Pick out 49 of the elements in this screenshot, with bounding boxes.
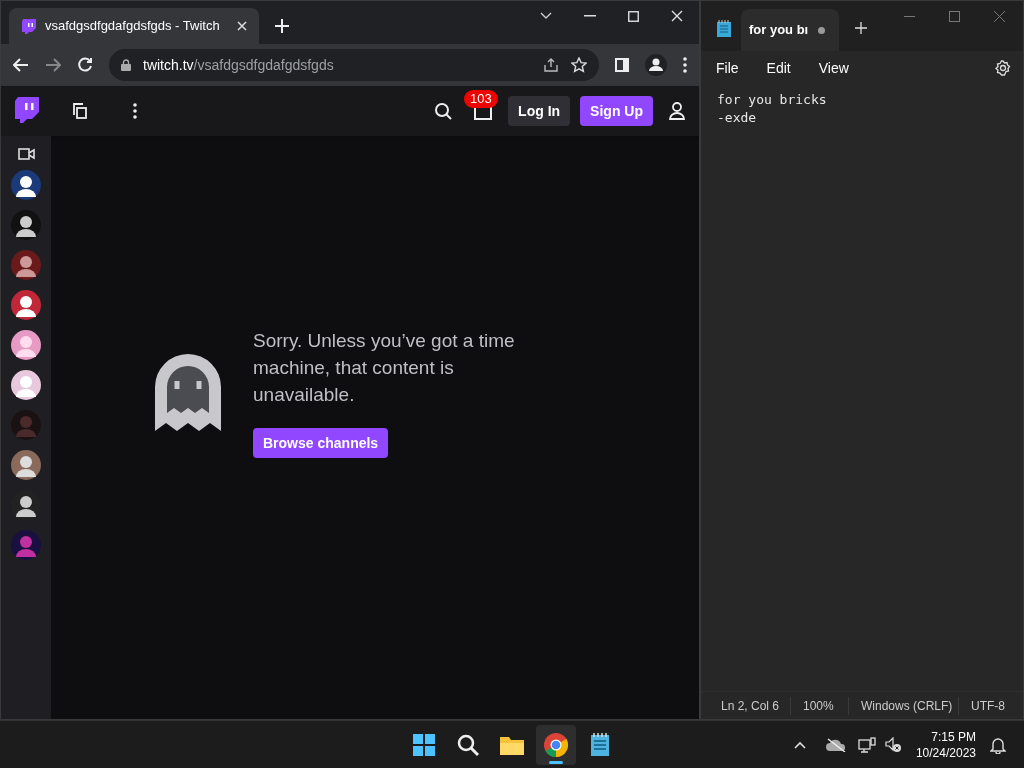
more-icon[interactable] [133,103,137,119]
taskbar-browser-button[interactable] [536,724,576,765]
side-panel-icon[interactable] [615,58,629,72]
new-tab-icon[interactable] [855,22,867,34]
menu-icon[interactable] [683,57,687,73]
status-item: Windows (CRLF) [849,696,959,715]
text-line: -exde [717,109,757,127]
menu-item[interactable]: Edit [757,54,800,82]
menu-item[interactable]: File [707,54,748,82]
start-icon [411,731,437,758]
address-bar[interactable]: twitch.tv/vsafdgsdfgdafgdsfgds [109,49,599,81]
forward-icon[interactable] [45,58,61,72]
status-item: Ln 2, Col 6 [709,696,791,715]
network-icon[interactable] [857,736,876,753]
clock-time[interactable]: 7:15 PM [931,728,976,745]
speaker-muted-icon[interactable] [883,736,902,753]
twitch-logo-icon[interactable] [15,97,39,125]
bell-icon[interactable] [990,735,1006,754]
star-icon[interactable] [571,57,587,73]
minimize-icon[interactable] [584,15,596,17]
cloud-offline-icon[interactable] [825,737,846,752]
settings-icon[interactable] [995,60,1011,76]
notepad-icon [717,20,731,37]
profile-icon[interactable] [645,54,667,76]
status-item: 100% [791,696,849,715]
text-line: for you bricks [717,91,827,109]
browse-channels-button[interactable]: Browse channels [253,428,389,458]
browse-icon[interactable] [73,103,87,119]
search-icon[interactable] [434,102,453,120]
log-in-button[interactable]: Log In [508,96,571,126]
tab-title: vsafdgsdfgdafgdsfgds - Twitch [45,17,221,36]
chevron-up-icon[interactable] [793,740,806,749]
status-item: UTF-8 [970,697,1006,715]
back-icon[interactable] [13,58,29,72]
lock-icon [121,59,131,71]
reload-icon[interactable] [77,57,93,73]
clock-date[interactable]: 10/24/2023 [915,744,976,761]
share-icon[interactable] [543,57,559,73]
video-camera-icon [17,148,35,160]
twitch-logo-icon [21,18,37,34]
error-message: Sorry. Unless you’ve got a time machine, that content is unavailable. [253,329,516,407]
new-tab-icon[interactable] [275,19,289,33]
url-text: twitch.tv/vsafdgsdfgdafgdsfgds [143,55,335,75]
user-icon[interactable] [669,102,685,120]
menu-item[interactable]: View [809,54,858,82]
notification-badge: 103 [464,90,498,108]
sign-up-button[interactable]: Sign Up [580,96,653,126]
chevron-down-icon[interactable] [540,12,552,20]
browser-icon [543,731,569,758]
